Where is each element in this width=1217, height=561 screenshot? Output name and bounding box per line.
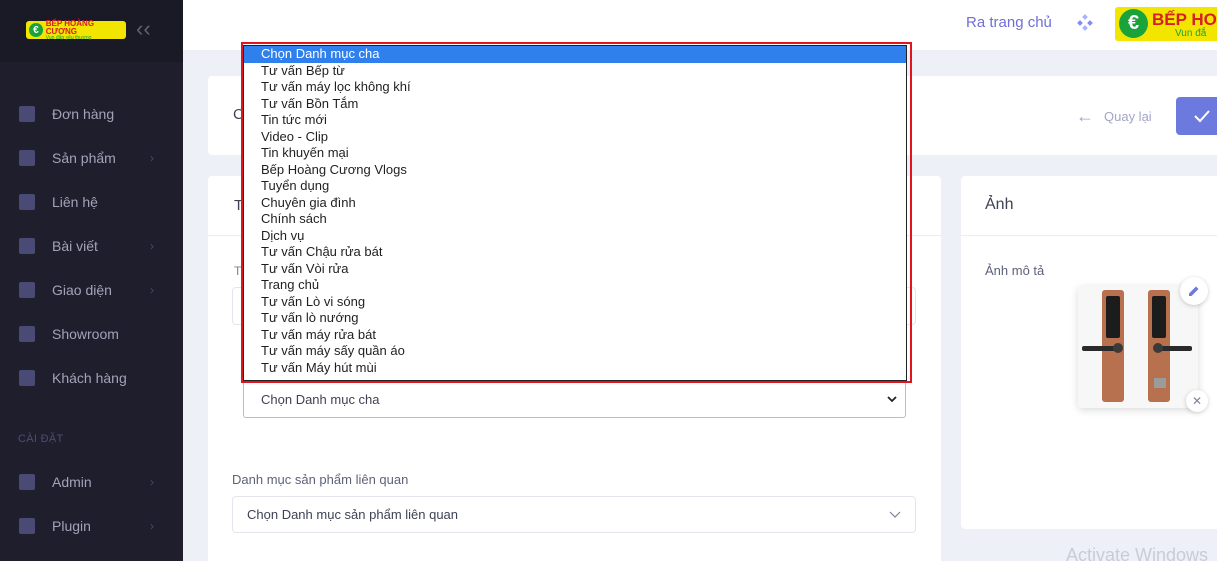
chevron-down-icon (887, 396, 897, 403)
users-icon (19, 370, 35, 386)
close-icon: ✕ (1191, 394, 1203, 408)
sidebar-item-admin[interactable]: Admin › (0, 467, 183, 497)
save-button[interactable] (1176, 97, 1217, 135)
dropdown-option[interactable]: Tư vấn máy rửa bát (244, 327, 906, 344)
sidebar-brand: € BẾP HOÀNG CƯƠNG Vun đắp yêu thương ‹‹ (0, 0, 183, 62)
monitor-icon (19, 282, 35, 298)
image-card-title: Ảnh (985, 196, 1014, 213)
back-button-label: Quay lại (1104, 109, 1152, 124)
sidebar-item-orders[interactable]: Đơn hàng (0, 99, 183, 129)
chevron-down-icon (889, 511, 901, 518)
sidebar-item-label: Plugin (52, 518, 91, 534)
box-icon (19, 150, 35, 166)
chevron-right-icon: › (150, 519, 154, 533)
sidebar-item-theme[interactable]: Giao diện › (0, 275, 183, 305)
pencil-icon (1189, 286, 1199, 296)
product-thumbnail (1078, 286, 1198, 408)
sidebar-item-showroom[interactable]: Showroom (0, 319, 183, 349)
dropdown-option[interactable]: Dịch vụ (244, 228, 906, 245)
contact-icon (19, 194, 35, 210)
remove-image-button[interactable]: ✕ (1186, 390, 1208, 412)
header-brand-logo[interactable]: € BẾP HOÀ Vun đắ (1115, 7, 1217, 41)
euro-logo-icon: € (29, 23, 43, 37)
card-divider (961, 235, 1217, 236)
sidebar-item-label: Giao diện (52, 282, 112, 298)
image-card: Ảnh Ảnh mô tả (961, 176, 1217, 529)
dropdown-option[interactable]: Tư vấn Lò vi sóng (244, 294, 906, 311)
check-icon (1194, 110, 1210, 123)
back-button[interactable]: ← Quay lại (1076, 106, 1152, 127)
dropdown-option[interactable]: Tin khuyến mại (244, 145, 906, 162)
dropdown-option[interactable]: Chuyên gia đình (244, 195, 906, 212)
sidebar-item-label: Showroom (52, 326, 119, 342)
dropdown-option[interactable]: Chọn Danh mục cha (244, 46, 906, 63)
dropdown-option[interactable]: Tư vấn Bồn Tắm (244, 96, 906, 113)
dropdown-option[interactable]: Tin tức mới (244, 112, 906, 129)
related-category-label: Danh mục sản phẩm liên quan (232, 472, 409, 487)
user-icon (19, 326, 35, 342)
settings-section-label: CÀI ĐẶT (18, 433, 64, 445)
sidebar-item-plugin[interactable]: Plugin › (0, 511, 183, 541)
sidebar-item-label: Liên hệ (52, 194, 98, 210)
clipboard-icon (19, 106, 35, 122)
sidebar-item-contacts[interactable]: Liên hệ (0, 187, 183, 217)
sidebar-item-posts[interactable]: Bài viết › (0, 231, 183, 261)
dropdown-option[interactable]: Tư vấn Máy hút mùi (244, 360, 906, 377)
brand-logo[interactable]: € BẾP HOÀNG CƯƠNG Vun đắp yêu thương (26, 18, 126, 41)
sidebar-item-label: Khách hàng (52, 370, 127, 386)
apps-diamond-icon[interactable] (1076, 14, 1094, 32)
door-lock-image (1078, 286, 1198, 408)
sidebar-item-customers[interactable]: Khách hàng (0, 363, 183, 393)
chevrons-left-icon[interactable]: ‹‹ (136, 18, 151, 40)
dropdown-option[interactable]: Tư vấn lò nướng (244, 310, 906, 327)
admin-icon (19, 474, 35, 490)
chevron-right-icon: › (150, 239, 154, 253)
plugin-icon (19, 518, 35, 534)
dropdown-option[interactable]: Tư vấn Vòi rửa (244, 261, 906, 278)
parent-category-select[interactable]: Chọn Danh mục cha (243, 381, 906, 418)
sidebar-item-label: Đơn hàng (52, 106, 115, 122)
dropdown-option[interactable]: Tuyển dụng (244, 178, 906, 195)
sidebar-item-label: Admin (52, 474, 92, 490)
euro-logo-icon: € (1119, 9, 1148, 38)
home-link[interactable]: Ra trang chủ (966, 14, 1052, 31)
dropdown-option[interactable]: Trang chủ (244, 277, 906, 294)
dropdown-option[interactable]: Tư vấn máy sấy quần áo (244, 343, 906, 360)
arrow-left-icon: ← (1076, 106, 1094, 126)
related-category-placeholder: Chọn Danh mục sản phẩm liên quan (247, 507, 459, 522)
header-logo-line1: BẾP HOÀ (1152, 10, 1217, 29)
edit-image-button[interactable] (1180, 277, 1208, 305)
dropdown-option[interactable]: Bếp Hoàng Cương Vlogs (244, 162, 906, 179)
dropdown-option[interactable]: Tư vấn Chậu rửa bát (244, 244, 906, 261)
logo-line1: BẾP HOÀNG CƯƠNG (45, 18, 95, 36)
sidebar-item-label: Bài viết (52, 238, 98, 254)
image-field-label: Ảnh mô tả (985, 263, 1045, 278)
chevron-right-icon: › (150, 475, 154, 489)
dropdown-option[interactable]: Chính sách (244, 211, 906, 228)
dropdown-option[interactable]: Video - Clip (244, 129, 906, 146)
parent-category-dropdown-list[interactable]: Chọn Danh mục cha Tư vấn Bếp từ Tư vấn máy… (243, 45, 907, 381)
dropdown-option[interactable]: Tư vấn máy lọc không khí (244, 79, 906, 96)
chevron-right-icon: › (150, 151, 154, 165)
related-category-select[interactable]: Chọn Danh mục sản phẩm liên quan (232, 496, 916, 533)
chevron-right-icon: › (150, 283, 154, 297)
sidebar-item-label: Sản phẩm (52, 150, 116, 166)
activate-windows-watermark: Activate Windows (1066, 545, 1209, 561)
document-icon (19, 238, 35, 254)
parent-category-value: Chọn Danh mục cha (261, 392, 380, 407)
dropdown-option[interactable]: Tư vấn Bếp từ (244, 63, 906, 80)
sidebar-item-products[interactable]: Sản phẩm › (0, 143, 183, 173)
header-logo-line2: Vun đắ (1175, 28, 1207, 39)
sidebar: € BẾP HOÀNG CƯƠNG Vun đắp yêu thương ‹‹ … (0, 0, 183, 561)
logo-line2: Vun đắp yêu thương (45, 34, 92, 41)
